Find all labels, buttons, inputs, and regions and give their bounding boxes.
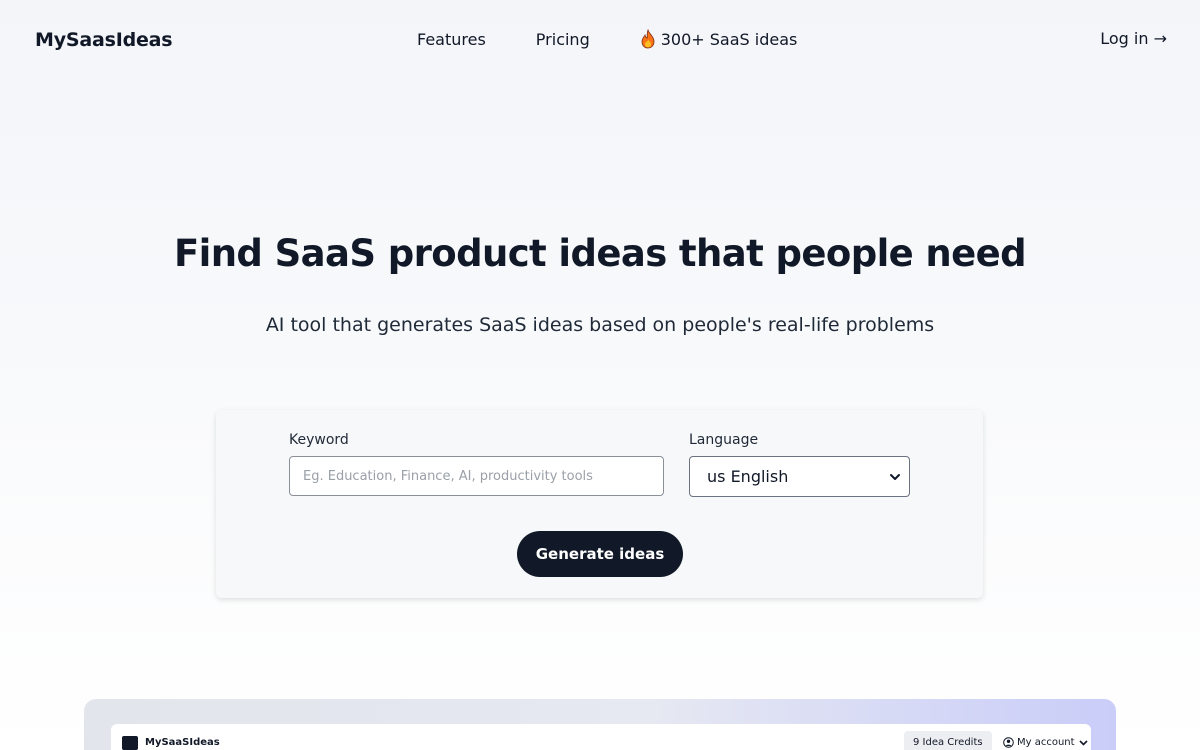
preview-credits-badge: 9 Idea Credits	[904, 731, 992, 750]
hero-title: Find SaaS product ideas that people need	[173, 232, 1027, 275]
nav-link-saas-ideas[interactable]: 300+ SaaS ideas	[640, 29, 798, 49]
generate-ideas-button[interactable]: Generate ideas	[517, 531, 683, 577]
chevron-down-icon	[1079, 740, 1088, 746]
nav-link-features[interactable]: Features	[417, 30, 486, 49]
language-label: Language	[689, 432, 759, 448]
fire-icon	[641, 29, 655, 49]
idea-generator-form: Keyword Language us English Generate ide…	[216, 410, 983, 598]
top-navigation: MySaasIdeas Features Pricing 300+ SaaS i…	[0, 0, 1200, 82]
user-icon	[1003, 737, 1014, 748]
app-preview: MySaaSIdeas 9 Idea Credits My account	[84, 699, 1116, 750]
keyword-input[interactable]	[289, 456, 664, 496]
language-selected-value: us English	[707, 467, 789, 486]
language-select[interactable]: us English	[689, 456, 910, 497]
preview-account-menu: My account	[1003, 737, 1089, 748]
nav-link-pricing[interactable]: Pricing	[536, 30, 590, 49]
nav-links: Features Pricing 300+ SaaS ideas	[417, 29, 797, 49]
logo[interactable]: MySaasIdeas	[35, 29, 173, 51]
preview-account-label: My account	[1017, 737, 1075, 748]
chevron-down-icon	[890, 473, 900, 480]
saas-ideas-label: 300+ SaaS ideas	[660, 29, 798, 49]
keyword-label: Keyword	[289, 432, 349, 448]
preview-logo: MySaaSIdeas	[145, 737, 220, 748]
login-link[interactable]: Log in →	[1100, 29, 1167, 48]
app-preview-window: MySaaSIdeas 9 Idea Credits My account	[111, 724, 1091, 750]
hero-subtitle: AI tool that generates SaaS ideas based …	[265, 314, 935, 336]
preview-logo-icon	[122, 736, 138, 750]
